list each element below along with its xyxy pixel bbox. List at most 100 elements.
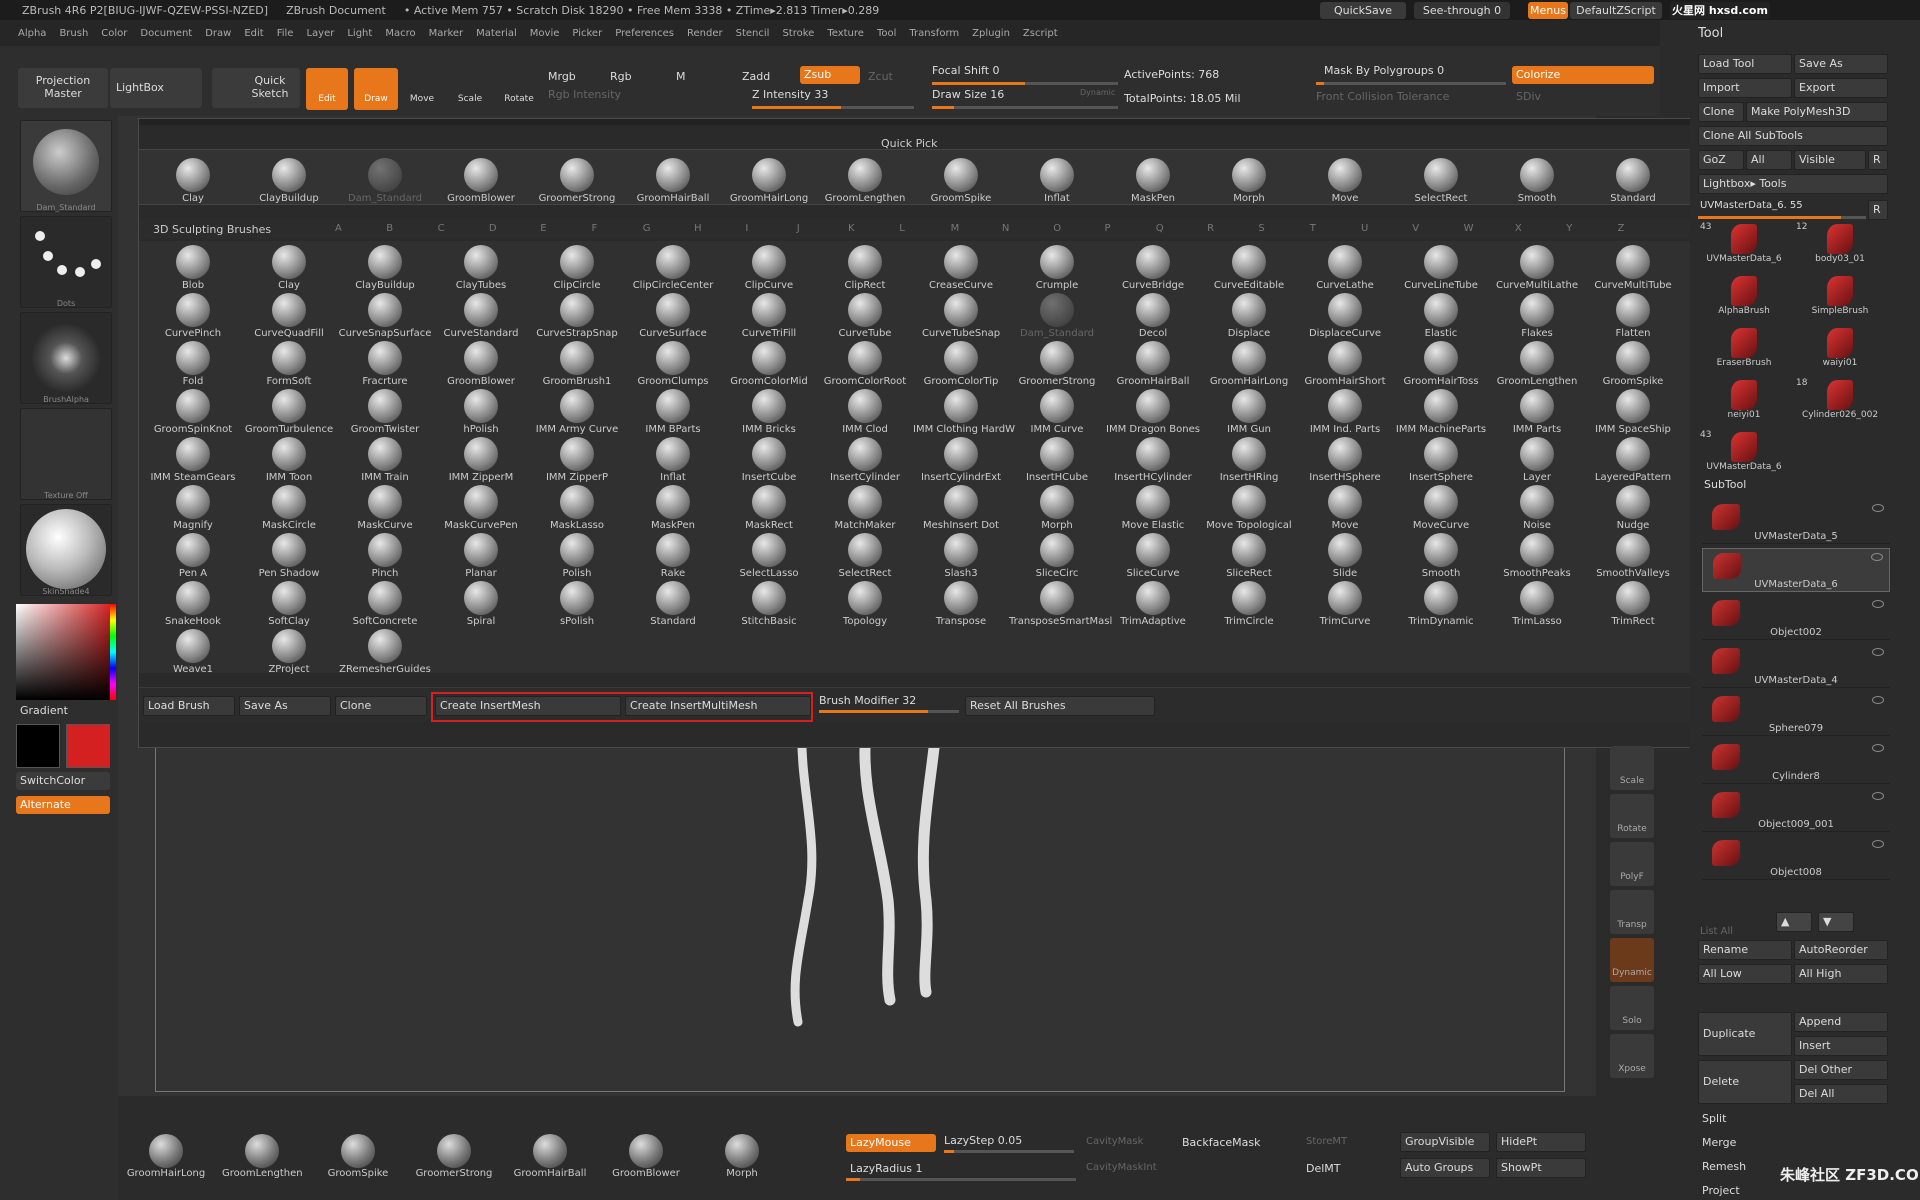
- brush-groomhairshort[interactable]: GroomHairShort: [1297, 341, 1393, 389]
- brush-insertcube[interactable]: InsertCube: [721, 437, 817, 485]
- brush-flakes[interactable]: Flakes: [1489, 293, 1585, 341]
- brush-stitchbasic[interactable]: StitchBasic: [721, 581, 817, 629]
- brush-selectrect[interactable]: SelectRect: [817, 533, 913, 581]
- brush-save-as-button[interactable]: Save As: [239, 696, 331, 716]
- zadd-toggle[interactable]: Zadd: [742, 70, 770, 83]
- brush-elastic[interactable]: Elastic: [1393, 293, 1489, 341]
- default-zscript-button[interactable]: DefaultZScript: [1570, 2, 1662, 19]
- cavitymaskint-slider[interactable]: CavityMaskInt: [1086, 1162, 1157, 1173]
- backfacemask-toggle[interactable]: BackfaceMask: [1182, 1136, 1260, 1149]
- brush-modifier-slider[interactable]: Brush Modifier 32: [819, 694, 916, 707]
- brush-groomspike[interactable]: GroomSpike: [1585, 341, 1681, 389]
- quick-pick-maskpen[interactable]: MaskPen: [1105, 158, 1201, 206]
- brush-imm-ind-parts[interactable]: IMM Ind. Parts: [1297, 389, 1393, 437]
- brush-move-elastic[interactable]: Move Elastic: [1105, 485, 1201, 533]
- brush-matchmaker[interactable]: MatchMaker: [817, 485, 913, 533]
- scale-button[interactable]: Scale: [450, 68, 490, 110]
- quick-pick-clay[interactable]: Clay: [145, 158, 241, 206]
- brush-trimdynamic[interactable]: TrimDynamic: [1393, 581, 1489, 629]
- letter-y[interactable]: Y: [1566, 223, 1572, 234]
- brush-masklasso[interactable]: MaskLasso: [529, 485, 625, 533]
- goz-visible-button[interactable]: Visible: [1794, 150, 1866, 170]
- menus-button[interactable]: Menus: [1528, 2, 1568, 19]
- quick-pick-selectrect[interactable]: SelectRect: [1393, 158, 1489, 206]
- brush-dam-standard[interactable]: Dam_Standard: [1009, 293, 1105, 341]
- subtool-item-uvmasterdata-6[interactable]: UVMasterData_6: [1702, 548, 1890, 592]
- shelf-brush-groomhairlong[interactable]: GroomHairLong: [126, 1130, 206, 1194]
- draw-button[interactable]: Draw: [354, 68, 398, 110]
- quick-pick-move[interactable]: Move: [1297, 158, 1393, 206]
- autoreorder-button[interactable]: AutoReorder: [1794, 940, 1888, 960]
- brush-imm-curve[interactable]: IMM Curve: [1009, 389, 1105, 437]
- eye-icon[interactable]: [1872, 600, 1884, 608]
- menu-stencil[interactable]: Stencil: [736, 28, 770, 39]
- brush-movecurve[interactable]: MoveCurve: [1393, 485, 1489, 533]
- lazystep-slider[interactable]: LazyStep 0.05: [944, 1134, 1022, 1147]
- goz-r-button[interactable]: R: [1868, 150, 1888, 170]
- brush-curvepinch[interactable]: CurvePinch: [145, 293, 241, 341]
- shelf-brush-groomspike[interactable]: GroomSpike: [318, 1130, 398, 1194]
- quick-pick-dam-standard[interactable]: Dam_Standard: [337, 158, 433, 206]
- brush-curvesurface[interactable]: CurveSurface: [625, 293, 721, 341]
- shelf-brush-groomblower[interactable]: GroomBlower: [606, 1130, 686, 1194]
- brush-move[interactable]: Move: [1297, 485, 1393, 533]
- move-down-icon[interactable]: ▼: [1818, 912, 1854, 932]
- brush-smooth[interactable]: Smooth: [1393, 533, 1489, 581]
- brush-imm-parts[interactable]: IMM Parts: [1489, 389, 1585, 437]
- brush-spiral[interactable]: Spiral: [433, 581, 529, 629]
- export-button[interactable]: Export: [1794, 78, 1888, 98]
- brush-curvetubesnap[interactable]: CurveTubeSnap: [913, 293, 1009, 341]
- subtool-item-sphere079[interactable]: Sphere079: [1702, 692, 1890, 736]
- move-up-icon[interactable]: ▲: [1776, 912, 1812, 932]
- menu-light[interactable]: Light: [347, 28, 372, 39]
- brush-zremesherguides[interactable]: ZRemesherGuides: [337, 629, 433, 677]
- quick-pick-morph[interactable]: Morph: [1201, 158, 1297, 206]
- brush-pen-a[interactable]: Pen A: [145, 533, 241, 581]
- load-brush-button[interactable]: Load Brush: [143, 696, 235, 716]
- brush-formsoft[interactable]: FormSoft: [241, 341, 337, 389]
- letter-g[interactable]: G: [643, 223, 651, 234]
- menu-picker[interactable]: Picker: [572, 28, 602, 39]
- focal-shift-slider[interactable]: Focal Shift 0: [932, 64, 1000, 77]
- brush-spolish[interactable]: sPolish: [529, 581, 625, 629]
- brush-meshinsert-dot[interactable]: MeshInsert Dot: [913, 485, 1009, 533]
- menu-zscript[interactable]: Zscript: [1023, 28, 1058, 39]
- letter-b[interactable]: B: [386, 223, 393, 234]
- create-insertmesh-button[interactable]: Create InsertMesh: [435, 696, 621, 716]
- brush-fold[interactable]: Fold: [145, 341, 241, 389]
- showpt-button[interactable]: ShowPt: [1496, 1158, 1586, 1178]
- tool-thumb-simplebrush[interactable]: SimpleBrush: [1794, 274, 1886, 324]
- menu-zplugin[interactable]: Zplugin: [972, 28, 1010, 39]
- menu-file[interactable]: File: [277, 28, 294, 39]
- switchcolor-button[interactable]: SwitchColor: [16, 772, 110, 790]
- subtool-item-uvmasterdata-4[interactable]: UVMasterData_4: [1702, 644, 1890, 688]
- brush-curvestrapsnap[interactable]: CurveStrapSnap: [529, 293, 625, 341]
- make-polymesh-button[interactable]: Make PolyMesh3D: [1746, 102, 1888, 122]
- tool-save-as-button[interactable]: Save As: [1794, 54, 1888, 74]
- brush-thumbnail[interactable]: Dam_Standard: [20, 120, 112, 212]
- lazyradius-track[interactable]: [846, 1178, 1076, 1181]
- goz-button[interactable]: GoZ: [1698, 150, 1744, 170]
- brush-noise[interactable]: Noise: [1489, 485, 1585, 533]
- letter-n[interactable]: N: [1002, 223, 1009, 234]
- rotate-button[interactable]: Rotate: [498, 68, 540, 110]
- quick-pick-groomhairlong[interactable]: GroomHairLong: [721, 158, 817, 206]
- menu-marker[interactable]: Marker: [429, 28, 464, 39]
- brush-claybuildup[interactable]: ClayBuildup: [337, 245, 433, 293]
- letter-d[interactable]: D: [489, 223, 497, 234]
- brush-morph[interactable]: Morph: [1009, 485, 1105, 533]
- focal-shift-track[interactable]: [932, 82, 1118, 85]
- brush-groomclumps[interactable]: GroomClumps: [625, 341, 721, 389]
- menu-document[interactable]: Document: [140, 28, 192, 39]
- brush-standard[interactable]: Standard: [625, 581, 721, 629]
- all-high-button[interactable]: All High: [1794, 964, 1888, 984]
- brush-slicecirc[interactable]: SliceCirc: [1009, 533, 1105, 581]
- brush-snakehook[interactable]: SnakeHook: [145, 581, 241, 629]
- brush-imm-army-curve[interactable]: IMM Army Curve: [529, 389, 625, 437]
- letter-o[interactable]: O: [1053, 223, 1061, 234]
- color-picker[interactable]: [16, 604, 116, 700]
- brush-move-topological[interactable]: Move Topological: [1201, 485, 1297, 533]
- front-collision-slider[interactable]: Front Collision Tolerance: [1316, 90, 1449, 103]
- projection-master-button[interactable]: Projection Master: [18, 68, 108, 108]
- alternate-toggle[interactable]: Alternate: [16, 796, 110, 814]
